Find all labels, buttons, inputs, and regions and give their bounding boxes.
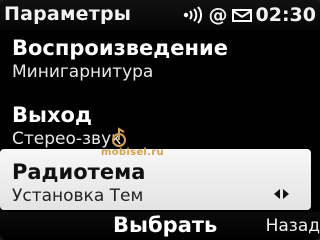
at-icon: @ xyxy=(208,4,228,26)
select-button[interactable]: Выбрать xyxy=(113,213,217,237)
list-item-label: Выход xyxy=(12,103,92,127)
watermark-logo-icon xyxy=(112,127,126,147)
mail-icon xyxy=(231,8,252,22)
list-item-label: Воспроизведение xyxy=(12,36,228,60)
status-icons: @ 02:30 xyxy=(183,4,316,26)
status-bar: Параметры @ 02:30 xyxy=(0,0,320,30)
watermark: mobisel.ru xyxy=(101,127,191,167)
signal-icon xyxy=(183,6,205,24)
clock: 02:30 xyxy=(255,4,316,26)
list-item-value: Установка Тем xyxy=(12,186,144,206)
arrow-left-icon[interactable] xyxy=(274,189,280,199)
page-title: Параметры xyxy=(4,3,132,25)
back-button[interactable]: Назад xyxy=(266,216,320,236)
phone-screen: Параметры @ 02:30 Воспроизведение Минига… xyxy=(0,0,320,240)
list-item-value: Минигарнитура xyxy=(12,62,154,82)
watermark-text: mobisel.ru xyxy=(101,147,164,158)
arrow-right-icon[interactable] xyxy=(283,189,289,199)
list-item-playback[interactable]: Воспроизведение Минигарнитура xyxy=(0,30,320,88)
left-right-arrows-icon[interactable] xyxy=(274,189,289,199)
softkey-bar: Выбрать Назад xyxy=(0,212,320,240)
